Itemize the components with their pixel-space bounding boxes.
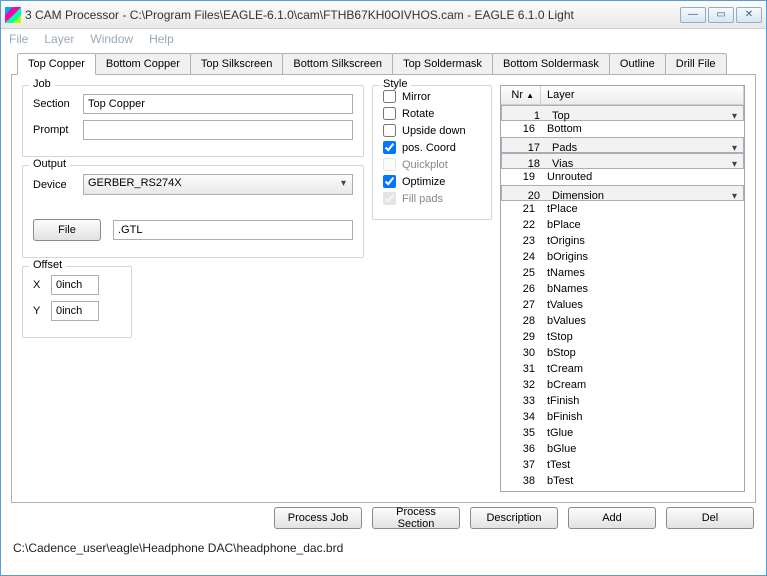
titlebar: 3 CAM Processor - C:\Program Files\EAGLE… bbox=[1, 1, 766, 29]
app-icon bbox=[5, 7, 21, 23]
app-window: 3 CAM Processor - C:\Program Files\EAGLE… bbox=[0, 0, 767, 576]
layer-row[interactable]: 24bOrigins bbox=[501, 249, 744, 265]
prompt-input[interactable] bbox=[83, 120, 353, 140]
output-fieldset: Output Device GERBER_RS274X File bbox=[22, 165, 364, 258]
del-button[interactable]: Del bbox=[666, 507, 754, 529]
layer-list[interactable]: Nr ▲ Layer 1Top16Bottom17Pads18Vias19Unr… bbox=[500, 85, 745, 492]
layer-row[interactable]: 26bNames bbox=[501, 281, 744, 297]
tab-top-silkscreen[interactable]: Top Silkscreen bbox=[190, 53, 284, 75]
add-button[interactable]: Add bbox=[568, 507, 656, 529]
menu-window[interactable]: Window bbox=[90, 32, 133, 48]
tab-top-soldermask[interactable]: Top Soldermask bbox=[392, 53, 493, 75]
mirror-checkbox[interactable]: Mirror bbox=[383, 90, 481, 103]
close-button[interactable]: ✕ bbox=[736, 7, 762, 23]
layer-row[interactable]: 32bCream bbox=[501, 377, 744, 393]
process-section-button[interactable]: Process Section bbox=[372, 507, 460, 529]
layer-row[interactable]: 38bTest bbox=[501, 473, 744, 489]
layer-row[interactable]: 39tKeepout bbox=[501, 489, 744, 492]
tab-outline[interactable]: Outline bbox=[609, 53, 666, 75]
tab-panel: Job Section Prompt Output De bbox=[11, 74, 756, 503]
layer-row[interactable]: 21tPlace bbox=[501, 201, 744, 217]
device-label: Device bbox=[33, 179, 77, 191]
tab-bottom-copper[interactable]: Bottom Copper bbox=[95, 53, 191, 75]
layer-header: Nr ▲ Layer bbox=[501, 86, 744, 105]
layer-row[interactable]: 29tStop bbox=[501, 329, 744, 345]
quickplot-checkbox: Quickplot bbox=[383, 158, 481, 171]
layer-row[interactable]: 16Bottom bbox=[501, 121, 744, 137]
window-title: 3 CAM Processor - C:\Program Files\EAGLE… bbox=[25, 8, 680, 22]
offset-legend: Offset bbox=[29, 259, 66, 271]
content-area: Top CopperBottom CopperTop SilkscreenBot… bbox=[11, 53, 756, 565]
window-controls: — ▭ ✕ bbox=[680, 7, 762, 23]
layer-row[interactable]: 33tFinish bbox=[501, 393, 744, 409]
menu-file[interactable]: File bbox=[9, 32, 28, 48]
rotate-checkbox[interactable]: Rotate bbox=[383, 107, 481, 120]
maximize-button[interactable]: ▭ bbox=[708, 7, 734, 23]
layer-col-nr[interactable]: Nr ▲ bbox=[501, 86, 541, 104]
output-legend: Output bbox=[29, 158, 70, 170]
offset-x-label: X bbox=[33, 279, 45, 291]
style-fieldset: Style Mirror Rotate Upside down pos. Coo… bbox=[372, 85, 492, 220]
layer-row[interactable]: 27tValues bbox=[501, 297, 744, 313]
description-button[interactable]: Description bbox=[470, 507, 558, 529]
layer-row[interactable]: 1Top bbox=[501, 105, 744, 121]
tab-top-copper[interactable]: Top Copper bbox=[17, 53, 96, 75]
fillpads-checkbox: Fill pads bbox=[383, 192, 481, 205]
offset-y-label: Y bbox=[33, 305, 45, 317]
layer-row[interactable]: 36bGlue bbox=[501, 441, 744, 457]
layer-row[interactable]: 17Pads bbox=[501, 137, 744, 153]
tabs-row: Top CopperBottom CopperTop SilkscreenBot… bbox=[17, 53, 756, 75]
offset-fieldset: Offset X Y bbox=[22, 266, 132, 338]
job-legend: Job bbox=[29, 78, 55, 90]
layer-row[interactable]: 28bValues bbox=[501, 313, 744, 329]
offset-y-input[interactable] bbox=[51, 301, 99, 321]
layer-row[interactable]: 25tNames bbox=[501, 265, 744, 281]
layer-row[interactable]: 18Vias bbox=[501, 153, 744, 169]
prompt-label: Prompt bbox=[33, 124, 77, 136]
minimize-button[interactable]: — bbox=[680, 7, 706, 23]
process-job-button[interactable]: Process Job bbox=[274, 507, 362, 529]
layer-row[interactable]: 31tCream bbox=[501, 361, 744, 377]
layer-row[interactable]: 35tGlue bbox=[501, 425, 744, 441]
layer-col-name[interactable]: Layer bbox=[541, 86, 744, 104]
file-input[interactable] bbox=[113, 220, 353, 240]
optimize-checkbox[interactable]: Optimize bbox=[383, 175, 481, 188]
tab-bottom-silkscreen[interactable]: Bottom Silkscreen bbox=[282, 53, 393, 75]
layer-row[interactable]: 30bStop bbox=[501, 345, 744, 361]
section-input[interactable] bbox=[83, 94, 353, 114]
menu-layer[interactable]: Layer bbox=[44, 32, 74, 48]
bottom-buttons: Process Job Process Section Description … bbox=[11, 507, 756, 529]
upside-checkbox[interactable]: Upside down bbox=[383, 124, 481, 137]
tab-drill-file[interactable]: Drill File bbox=[665, 53, 727, 75]
layer-row[interactable]: 22bPlace bbox=[501, 217, 744, 233]
device-select[interactable]: GERBER_RS274X bbox=[83, 174, 353, 195]
menubar: File Layer Window Help bbox=[1, 29, 766, 51]
status-path: C:\Cadence_user\eagle\Headphone DAC\head… bbox=[13, 541, 343, 555]
poscoord-checkbox[interactable]: pos. Coord bbox=[383, 141, 481, 154]
section-label: Section bbox=[33, 98, 77, 110]
layer-row[interactable]: 34bFinish bbox=[501, 409, 744, 425]
layer-row[interactable]: 20Dimension bbox=[501, 185, 744, 201]
job-fieldset: Job Section Prompt bbox=[22, 85, 364, 157]
file-button[interactable]: File bbox=[33, 219, 101, 241]
tab-bottom-soldermask[interactable]: Bottom Soldermask bbox=[492, 53, 610, 75]
menu-help[interactable]: Help bbox=[149, 32, 174, 48]
layer-row[interactable]: 19Unrouted bbox=[501, 169, 744, 185]
layer-row[interactable]: 37tTest bbox=[501, 457, 744, 473]
offset-x-input[interactable] bbox=[51, 275, 99, 295]
style-legend: Style bbox=[379, 78, 411, 90]
layer-row[interactable]: 23tOrigins bbox=[501, 233, 744, 249]
